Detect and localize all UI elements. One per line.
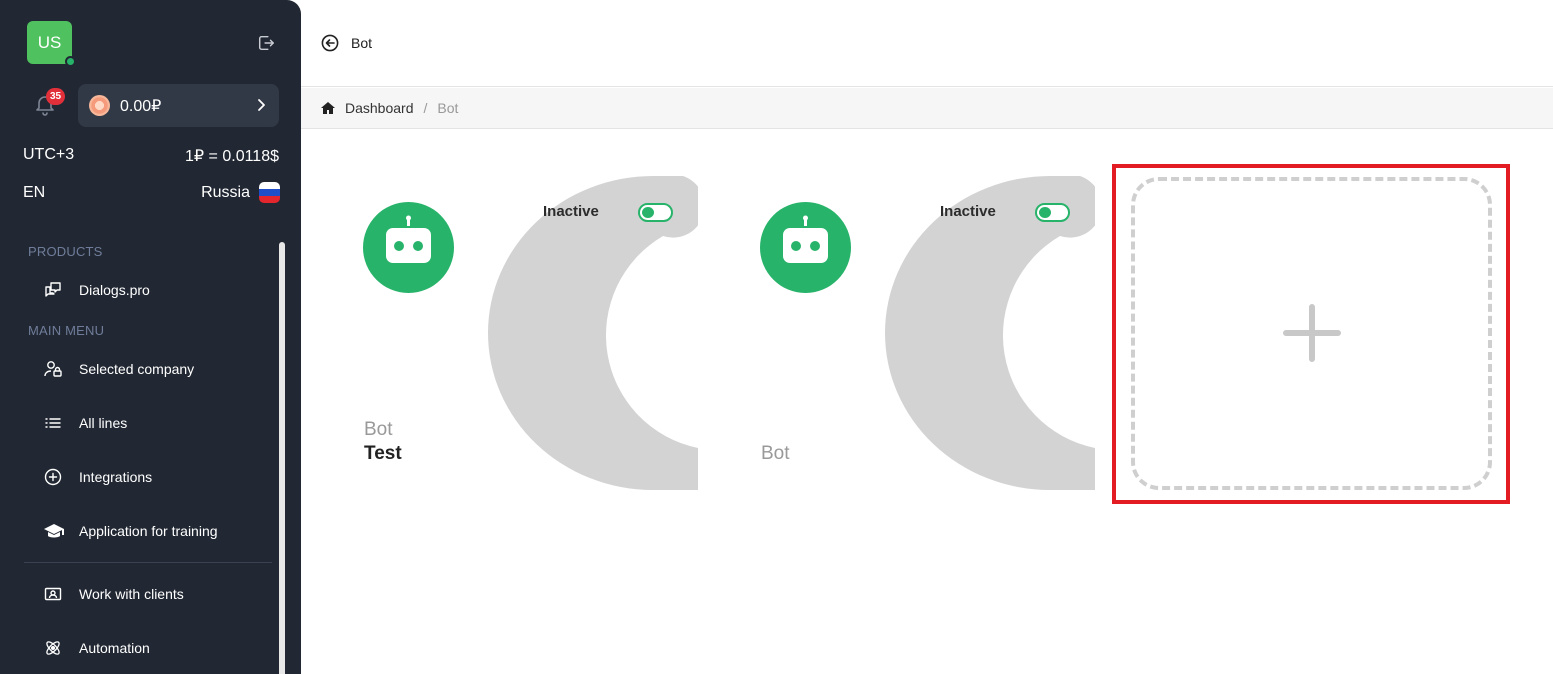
home-icon[interactable]: [320, 101, 336, 115]
bot-avatar-icon: [760, 202, 851, 293]
sidebar-item-selected-company[interactable]: Selected company: [40, 354, 270, 384]
sidebar-item-label: Selected company: [79, 361, 195, 377]
user-avatar[interactable]: US: [27, 21, 76, 67]
sidebar-item-label: All lines: [79, 415, 128, 431]
sidebar-item-label: Dialogs.pro: [79, 282, 150, 298]
sidebar-item-automation[interactable]: Automation: [40, 633, 270, 663]
user-initials: US: [37, 32, 62, 52]
sidebar-item-label: Application for training: [79, 523, 218, 539]
sidebar-item-label: Work with clients: [79, 586, 184, 602]
chat-icon: [43, 280, 71, 300]
plus-circle-icon: [43, 467, 71, 487]
bot-active-toggle[interactable]: [1035, 203, 1070, 222]
main-menu-section-label: MAIN MENU: [28, 323, 105, 338]
products-section-label: PRODUCTS: [28, 244, 103, 259]
bot-active-toggle[interactable]: [638, 203, 673, 222]
online-status-dot: [65, 56, 76, 67]
timezone-label[interactable]: UTC+3: [23, 146, 74, 164]
list-icon: [43, 413, 71, 433]
bot-card[interactable]: Inactive Bot Test: [363, 176, 698, 490]
coin-icon: [89, 95, 110, 116]
balance-amount: 0.00₽: [120, 97, 162, 115]
atom-icon: [43, 638, 71, 658]
graduation-cap-icon: [43, 521, 71, 541]
sidebar-item-dialogs-pro[interactable]: Dialogs.pro: [40, 275, 270, 305]
bot-name-line1: Bot: [364, 419, 393, 440]
plus-icon: [1283, 304, 1341, 362]
russia-flag-icon: [259, 182, 280, 203]
breadcrumb-separator: /: [423, 100, 428, 116]
user-lock-icon: [43, 359, 71, 379]
top-bar: Bot: [301, 0, 1553, 87]
sidebar: US 35 0.00₽ UTC+3 1₽ = 0.0118$ EN Russia: [0, 0, 301, 674]
bot-status-label: Inactive: [543, 203, 599, 220]
sidebar-item-all-lines[interactable]: All lines: [40, 408, 270, 438]
toggle-knob: [642, 207, 654, 218]
bot-name-line2: Bot: [761, 443, 790, 464]
bot-avatar-icon: [363, 202, 454, 293]
bot-name-line2: Test: [364, 443, 402, 464]
sidebar-item-integrations[interactable]: Integrations: [40, 462, 270, 492]
contact-card-icon: [43, 584, 71, 604]
sidebar-item-label: Automation: [79, 640, 150, 656]
sidebar-item-application-for-training[interactable]: Application for training: [40, 516, 270, 546]
sidebar-divider: [24, 562, 272, 563]
breadcrumb-current: Bot: [437, 100, 459, 116]
app-root: US 35 0.00₽ UTC+3 1₽ = 0.0118$ EN Russia: [0, 0, 1553, 674]
notification-count-badge: 35: [46, 88, 65, 105]
sidebar-item-label: Integrations: [79, 469, 153, 485]
breadcrumb-dashboard-link[interactable]: Dashboard: [345, 100, 414, 116]
language-selector[interactable]: EN: [23, 184, 45, 202]
bot-card[interactable]: Inactive Bot: [760, 176, 1095, 490]
breadcrumb: Dashboard / Bot: [301, 88, 1553, 129]
balance-button[interactable]: 0.00₽: [78, 84, 279, 127]
sidebar-item-work-with-clients[interactable]: Work with clients: [40, 579, 270, 609]
page-title: Bot: [351, 35, 373, 51]
country-label[interactable]: Russia: [201, 184, 250, 202]
currency-rate: 1₽ = 0.0118$: [185, 148, 279, 165]
bot-status-label: Inactive: [940, 203, 996, 220]
back-arrow-icon[interactable]: [321, 34, 339, 52]
chevron-right-icon: [258, 99, 265, 111]
logout-icon[interactable]: [257, 34, 275, 52]
sidebar-scrollbar[interactable]: [279, 242, 285, 674]
toggle-knob: [1039, 207, 1051, 218]
